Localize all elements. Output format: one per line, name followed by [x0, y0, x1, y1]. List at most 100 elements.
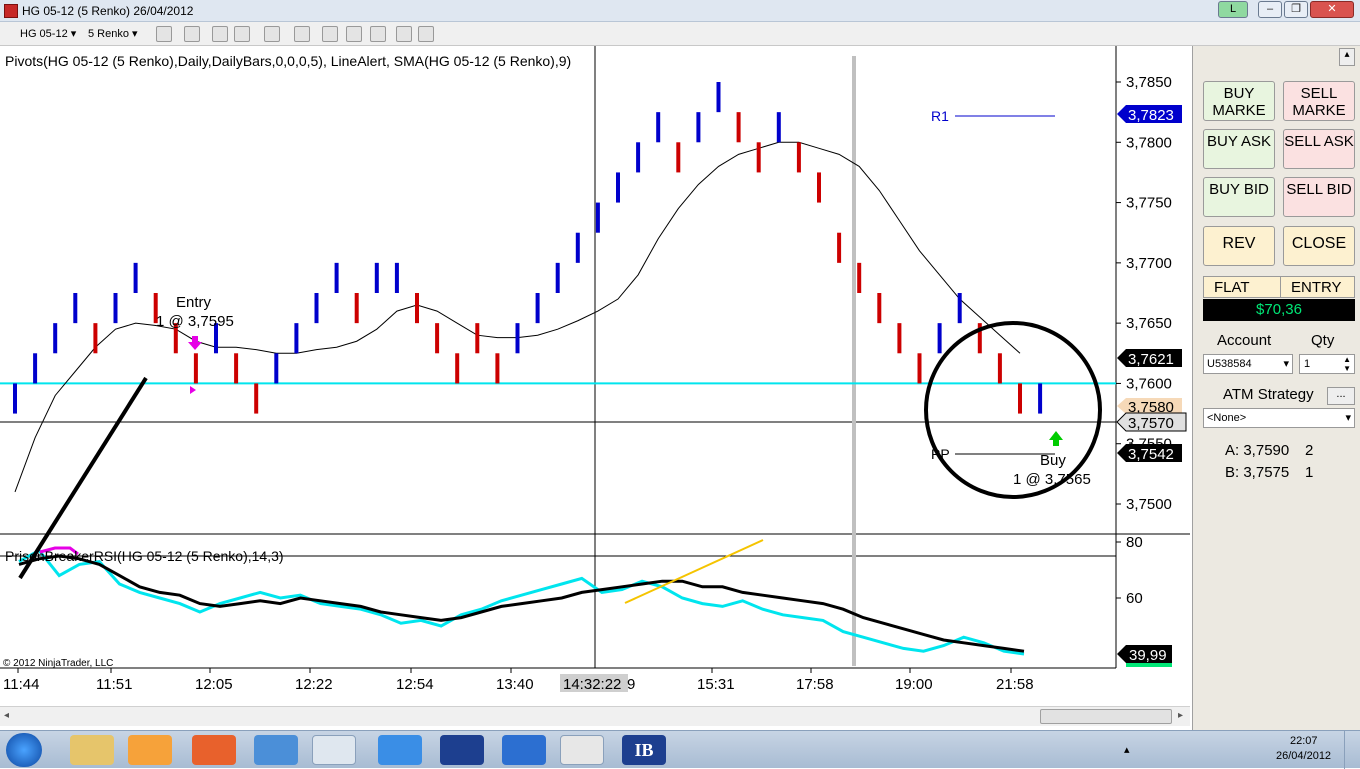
chrome-icon[interactable]: [312, 735, 356, 765]
renko-brick: [595, 202, 600, 233]
itunes-icon[interactable]: [502, 735, 546, 765]
magnet-icon[interactable]: [212, 26, 228, 42]
renko-brick: [857, 262, 862, 293]
renko-brick: [354, 293, 359, 324]
sell-bid-button[interactable]: SELL BID: [1283, 177, 1355, 217]
atm-value: <None>: [1207, 412, 1247, 424]
crosshair-icon[interactable]: [264, 26, 280, 42]
svg-text:3,7570: 3,7570: [1128, 415, 1174, 432]
renko-brick: [957, 293, 962, 324]
renko-brick: [796, 142, 801, 173]
renko-brick: [53, 323, 58, 354]
system-tray-icons[interactable]: [1146, 741, 1256, 757]
r1-label: R1: [931, 108, 949, 124]
atm-select[interactable]: <None> ▾: [1203, 408, 1355, 428]
scroll-right-icon[interactable]: ▸: [1178, 710, 1183, 721]
scroll-left-icon[interactable]: ◂: [4, 710, 9, 721]
renko-brick: [374, 262, 379, 293]
rsi-tick-label: 80: [1126, 534, 1143, 551]
pin-icon[interactable]: [234, 26, 250, 42]
time-tick-label: 11:44: [3, 676, 39, 693]
qty-stepper[interactable]: 1 ▲ ▼: [1299, 354, 1355, 374]
reverse-button[interactable]: REV: [1203, 226, 1275, 266]
atm-strategy-label: ATM Strategy: [1223, 386, 1314, 403]
renko-brick: [334, 262, 339, 293]
buy-ask-button[interactable]: BUY ASK: [1203, 129, 1275, 169]
media-player-icon[interactable]: [128, 735, 172, 765]
sell-ask-button[interactable]: SELL ASK: [1283, 129, 1355, 169]
chart-area[interactable]: 3,7850 3,7800 3,7750 3,7700 3,7650 3,7600 3,75…: [0, 46, 1190, 706]
buy-detail: 1 @ 3,7565: [1013, 471, 1091, 488]
renko-brick: [73, 293, 78, 324]
ask-price: A: 3,7590: [1225, 442, 1290, 459]
period-dropdown[interactable]: 5 Renko ▾: [88, 27, 138, 40]
renko-brick: [897, 323, 902, 354]
renko-brick: [314, 293, 319, 324]
price-tick-label: 3,7650: [1126, 315, 1172, 332]
pp-label: PP: [931, 446, 950, 462]
safari-icon[interactable]: [254, 735, 298, 765]
account-select[interactable]: U538584 ▾: [1203, 354, 1293, 374]
horizontal-scrollbar[interactable]: ◂ ▸: [0, 706, 1190, 726]
clock-time: 22:07: [1290, 735, 1318, 747]
buy-bid-button[interactable]: BUY BID: [1203, 177, 1275, 217]
pencil-icon[interactable]: [184, 26, 200, 42]
svg-text:39,99: 39,99: [1129, 647, 1167, 664]
sell-market-button[interactable]: SELL MARKE: [1283, 81, 1355, 121]
renko-brick: [736, 112, 741, 143]
panel-scroll-up-icon[interactable]: ▴: [1339, 48, 1355, 66]
renko-brick: [555, 262, 560, 293]
bar-type-icon[interactable]: [156, 26, 172, 42]
rsi-tick-label: 60: [1126, 590, 1143, 607]
instrument-dropdown[interactable]: HG 05-12 ▾: [20, 27, 76, 40]
chart-trader-icon[interactable]: [322, 26, 338, 42]
renko-brick: [294, 323, 299, 354]
indicators-icon[interactable]: [346, 26, 362, 42]
tray-expand-icon[interactable]: ▴: [1124, 743, 1130, 756]
close-position-button[interactable]: CLOSE: [1283, 226, 1355, 266]
close-window-button[interactable]: ✕: [1310, 1, 1354, 18]
renko-brick: [455, 353, 460, 384]
properties-icon[interactable]: [396, 26, 412, 42]
time-tick-label: 13:40: [496, 676, 534, 693]
maximize-button[interactable]: ❐: [1284, 1, 1308, 18]
entry-label: Entry: [176, 294, 212, 311]
renko-brick: [696, 112, 701, 143]
renko-brick: [756, 142, 761, 173]
renko-brick: [435, 323, 440, 354]
indicator-label: Pivots(HG 05-12 (5 Renko),Daily,DailyBar…: [5, 53, 571, 69]
start-button[interactable]: [6, 733, 42, 767]
ninjatrader-icon[interactable]: [560, 735, 604, 765]
scroll-thumb[interactable]: [1040, 709, 1172, 724]
renko-brick: [495, 353, 500, 384]
renko-brick: [716, 82, 721, 113]
strategies-icon[interactable]: [370, 26, 386, 42]
renko-brick: [997, 353, 1002, 384]
price-flag-pp: 3,7542: [1117, 444, 1182, 463]
account-label: Account: [1217, 332, 1272, 349]
broker-app-icon[interactable]: [440, 735, 484, 765]
zoom-icon[interactable]: [294, 26, 310, 42]
renko-brick: [877, 293, 882, 324]
explorer-icon[interactable]: [70, 735, 114, 765]
instrument-value: HG 05-12: [20, 28, 68, 40]
atm-options-button[interactable]: ...: [1327, 387, 1355, 405]
show-desktop-button[interactable]: [1344, 731, 1360, 769]
price-tick-label: 3,7750: [1126, 195, 1172, 212]
clock-date: 26/04/2012: [1276, 750, 1332, 762]
ib-icon[interactable]: IB: [622, 735, 666, 765]
position-status: FLAT: [1214, 279, 1250, 296]
price-flag-sma: 3,7621: [1117, 349, 1182, 368]
title-bar: HG 05-12 (5 Renko) 26/04/2012 L – ❐ ✕: [0, 0, 1360, 22]
price-tick-label: 3,7800: [1126, 134, 1172, 151]
buy-market-button[interactable]: BUY MARKE: [1203, 81, 1275, 121]
window-title: HG 05-12 (5 Renko) 26/04/2012: [22, 4, 194, 18]
template-icon[interactable]: [418, 26, 434, 42]
minimize-button[interactable]: –: [1258, 1, 1282, 18]
ie-icon[interactable]: [378, 735, 422, 765]
renko-brick: [254, 383, 259, 414]
rsi-indicator-label: PrisonBreakerRSI(HG 05-12 (5 Renko),14,3…: [5, 548, 284, 564]
renko-brick: [776, 112, 781, 143]
firefox-icon[interactable]: [192, 735, 236, 765]
link-badge[interactable]: L: [1218, 1, 1248, 18]
